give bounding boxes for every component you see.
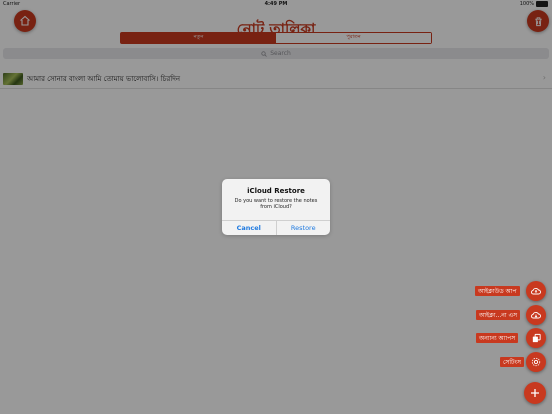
alert-title: iCloud Restore bbox=[247, 187, 305, 195]
fab-label-icloud-restore[interactable]: আইক্লা...না এস bbox=[476, 310, 521, 320]
cloud-download-icon bbox=[531, 312, 541, 319]
alert-message: Do you want to restore the notes from iC… bbox=[234, 198, 318, 210]
settings-button[interactable] bbox=[526, 352, 546, 372]
restore-button[interactable]: Restore bbox=[277, 221, 331, 235]
fab-label-other-apps[interactable]: অন্যান্য অ্যাপস bbox=[476, 333, 519, 343]
copy-icon bbox=[532, 333, 541, 342]
icloud-restore-button[interactable] bbox=[526, 305, 546, 325]
gear-icon bbox=[531, 357, 541, 367]
plus-icon bbox=[531, 389, 539, 397]
add-note-button[interactable] bbox=[524, 382, 546, 404]
icloud-restore-alert: iCloud Restore Do you want to restore th… bbox=[222, 179, 330, 235]
fab-label-settings[interactable]: সেটিংস bbox=[500, 357, 524, 367]
fab-label-icloud-backup[interactable]: আইক্লাউড আপ bbox=[475, 286, 520, 296]
cloud-upload-icon bbox=[531, 288, 541, 295]
other-apps-button[interactable] bbox=[526, 328, 546, 348]
cancel-button[interactable]: Cancel bbox=[222, 221, 277, 235]
icloud-backup-button[interactable] bbox=[526, 281, 546, 301]
